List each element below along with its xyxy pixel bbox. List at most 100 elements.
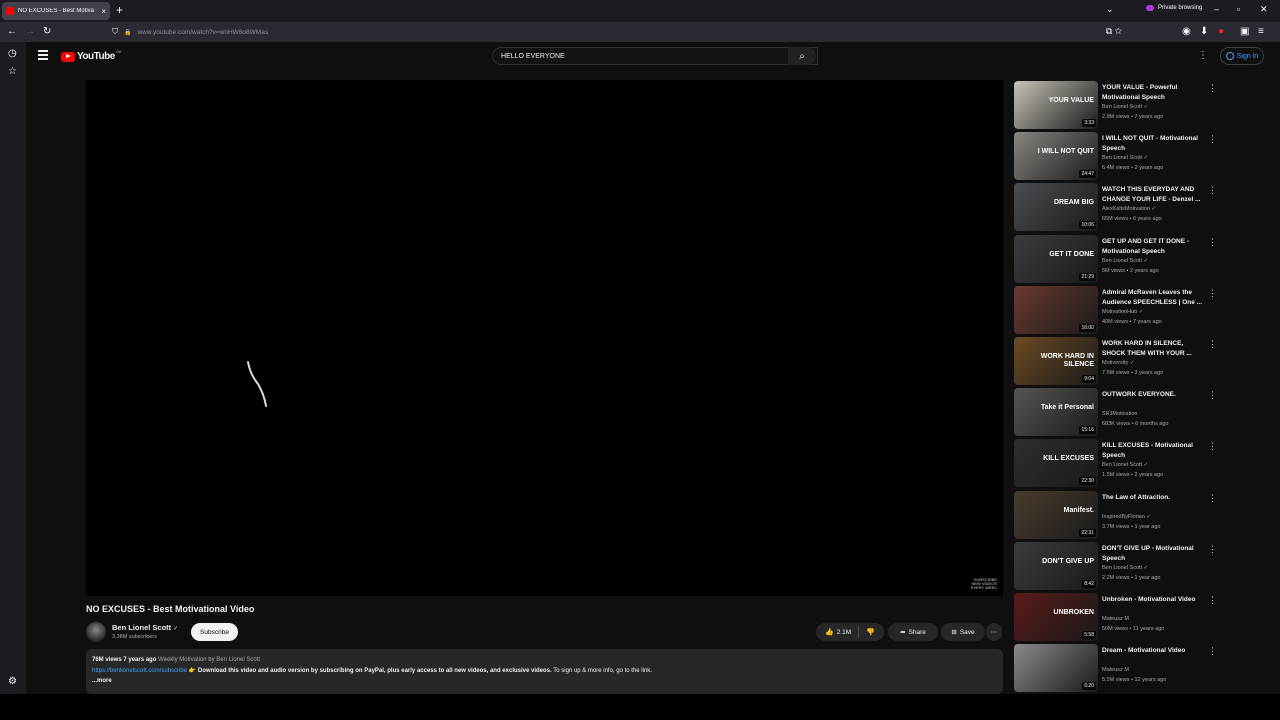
like-count[interactable]: 2.1M: [837, 629, 851, 636]
back-icon[interactable]: ←: [7, 26, 17, 37]
recommendation-channel[interactable]: AlexKaltsMotivation ✓: [1102, 206, 1156, 212]
shield-icon[interactable]: ⛉: [112, 27, 118, 37]
recommendation-thumbnail[interactable]: DON'T GIVE UP 8:42: [1014, 541, 1098, 590]
recommendation-kebab-icon[interactable]: ⋮: [1208, 390, 1217, 401]
ublock-extension-icon[interactable]: ●: [1218, 26, 1224, 37]
tab-close-icon[interactable]: ×: [101, 7, 106, 16]
channel-text[interactable]: Mateusz M: [1102, 616, 1129, 622]
channel-text[interactable]: SRJMotivation: [1102, 411, 1137, 417]
history-icon[interactable]: ◷: [8, 48, 17, 59]
description-box[interactable]: 76M views 7 years ago Weekly Motivation …: [86, 649, 1003, 694]
browser-menu-icon[interactable]: ≡: [1258, 26, 1264, 37]
recommendation-channel[interactable]: Mateusz M: [1102, 667, 1129, 673]
reload-icon[interactable]: ↻: [43, 26, 51, 37]
url-bar-tools-icon[interactable]: ⧉ ☆: [1106, 26, 1122, 37]
recommendation-thumbnail[interactable]: DREAM BIG 10:06: [1014, 183, 1098, 232]
recommendation-kebab-icon[interactable]: ⋮: [1208, 646, 1217, 657]
channel-text[interactable]: InspiredByFlorian: [1102, 514, 1145, 520]
recommendation-title[interactable]: OUTWORK EVERYONE.: [1102, 390, 1206, 400]
recommendation-thumbnail[interactable]: KILL EXCUSES 22:30: [1014, 439, 1098, 488]
channel-text[interactable]: Ben Lionel Scott: [1102, 462, 1142, 468]
recommendation-item[interactable]: WORK HARD IN SILENCE 9:04 WORK HARD IN SIL…: [1014, 337, 1220, 386]
account-icon[interactable]: ◉: [1182, 26, 1191, 37]
search-button[interactable]: ⌕: [788, 47, 816, 65]
recommendation-channel[interactable]: Ben Lionel Scott ✓: [1102, 565, 1148, 571]
recommendation-title[interactable]: The Law of Attraction.: [1102, 493, 1206, 503]
channel-name-text[interactable]: Ben Lionel Scott: [112, 623, 171, 632]
channel-text[interactable]: Ben Lionel Scott: [1102, 565, 1142, 571]
channel-text[interactable]: MotivationHub: [1102, 309, 1137, 315]
recommendation-thumbnail[interactable]: UNBROKEN 5:58: [1014, 593, 1098, 641]
channel-text[interactable]: Ben Lionel Scott: [1102, 104, 1142, 110]
channel-text[interactable]: Mateusz M: [1102, 667, 1129, 673]
extension-icon[interactable]: ▣: [1240, 26, 1249, 37]
recommendation-thumbnail[interactable]: 6:20: [1014, 644, 1098, 693]
recommendation-title[interactable]: YOUR VALUE - Powerful Motivational Speec…: [1102, 83, 1206, 103]
recommendation-channel[interactable]: Motiversity ✓: [1102, 360, 1134, 366]
recommendation-title[interactable]: GET UP AND GET IT DONE - Motivational Sp…: [1102, 237, 1206, 257]
bookmarks-icon[interactable]: ☆: [8, 66, 17, 77]
recommendation-thumbnail[interactable]: Take it Personal 15:16: [1014, 388, 1098, 437]
recommendation-channel[interactable]: MotivationHub ✓: [1102, 309, 1143, 315]
recommendation-item[interactable]: DON'T GIVE UP 8:42 DON'T GIVE UP - Motivat…: [1014, 541, 1220, 591]
recommendation-thumbnail[interactable]: GET IT DONE 21:29: [1014, 234, 1098, 283]
subscribe-button[interactable]: Subscribe: [191, 623, 238, 641]
recommendation-item[interactable]: GET IT DONE 21:29 GET UP AND GET IT DONE -…: [1014, 234, 1220, 284]
recommendation-item[interactable]: UNBROKEN 5:58 Unbroken - Motivational Vide…: [1014, 593, 1220, 642]
recommendation-item[interactable]: 6:20 Dream - Motivational Video Mateusz M 5…: [1014, 644, 1220, 693]
recommendation-title[interactable]: WATCH THIS EVERYDAY AND CHANGE YOUR LIFE…: [1102, 185, 1206, 205]
recommendation-title[interactable]: KILL EXCUSES - Motivational Speech: [1102, 441, 1206, 461]
recommendation-kebab-icon[interactable]: ⋮: [1208, 544, 1217, 555]
recommendation-thumbnail[interactable]: I WILL NOT QUIT 24:47: [1014, 132, 1098, 181]
recommendation-thumbnail[interactable]: Manifest. 22:31: [1014, 490, 1098, 539]
recommendation-kebab-icon[interactable]: ⋮: [1208, 493, 1217, 504]
recommendation-title[interactable]: I WILL NOT QUIT - Motivational Speech: [1102, 134, 1206, 154]
description-link[interactable]: https://benlionelscott.com/subscribe: [92, 668, 187, 674]
settings-icon[interactable]: ⚙: [8, 676, 17, 687]
like-icon[interactable]: 👍: [825, 628, 834, 636]
browser-tab[interactable]: NO EXCUSES - Best Motiva ×: [2, 2, 110, 20]
list-all-tabs-icon[interactable]: ⌄: [1106, 4, 1114, 15]
recommendation-title[interactable]: WORK HARD IN SILENCE, SHOCK THEM WITH YO…: [1102, 339, 1206, 359]
dislike-icon[interactable]: 👎: [866, 628, 875, 636]
recommendation-channel[interactable]: Ben Lionel Scott ✓: [1102, 155, 1148, 161]
recommendation-title[interactable]: Admiral McRaven Leaves the Audience SPEE…: [1102, 288, 1206, 308]
recommendation-kebab-icon[interactable]: ⋮: [1208, 185, 1217, 196]
more-actions-button[interactable]: ⋯: [986, 623, 1002, 641]
maximize-button[interactable]: ▫: [1237, 4, 1240, 14]
minimize-button[interactable]: –: [1214, 4, 1219, 14]
share-button[interactable]: ➦ Share: [888, 623, 938, 641]
lock-icon[interactable]: 🔒: [124, 29, 131, 36]
recommendation-title[interactable]: Unbroken - Motivational Video: [1102, 595, 1206, 605]
recommendation-item[interactable]: Take it Personal 15:16 OUTWORK EVERYONE. SR…: [1014, 388, 1220, 437]
search-box[interactable]: HELLO EVERYONE ✕: [492, 47, 818, 65]
recommendation-title[interactable]: Dream - Motivational Video: [1102, 646, 1206, 656]
channel-text[interactable]: AlexKaltsMotivation: [1102, 206, 1150, 212]
settings-kebab-icon[interactable]: ⋮: [1198, 50, 1208, 61]
channel-name[interactable]: Ben Lionel Scott ✓: [112, 623, 178, 632]
recommendation-kebab-icon[interactable]: ⋮: [1208, 237, 1217, 248]
recommendation-kebab-icon[interactable]: ⋮: [1208, 134, 1217, 145]
recommendation-channel[interactable]: SRJMotivation: [1102, 411, 1137, 417]
recommendation-item[interactable]: 16:00 Admiral McRaven Leaves the Audience…: [1014, 285, 1220, 335]
recommendation-kebab-icon[interactable]: ⋮: [1208, 441, 1217, 452]
recommendation-item[interactable]: DREAM BIG 10:06 WATCH THIS EVERYDAY AND CH…: [1014, 183, 1220, 232]
hamburger-menu-icon[interactable]: [38, 50, 48, 60]
recommendation-thumbnail[interactable]: 16:00: [1014, 285, 1098, 334]
recommendation-thumbnail[interactable]: YOUR VALUE 3:33: [1014, 81, 1098, 129]
youtube-logo[interactable]: YouTube GK: [61, 49, 122, 62]
channel-avatar[interactable]: [86, 622, 106, 642]
show-more-button[interactable]: ...more: [92, 678, 112, 684]
recommendation-channel[interactable]: Ben Lionel Scott ✓: [1102, 258, 1148, 264]
description-tag[interactable]: Weekly Motivation by Ben Lionel Scott: [158, 657, 260, 663]
channel-text[interactable]: Ben Lionel Scott: [1102, 155, 1142, 161]
save-button[interactable]: ⊞ Save: [941, 623, 985, 641]
recommendation-item[interactable]: Manifest. 22:31 The Law of Attraction. Insp…: [1014, 490, 1220, 540]
recommendation-kebab-icon[interactable]: ⋮: [1208, 288, 1217, 299]
recommendation-channel[interactable]: Mateusz M: [1102, 616, 1129, 622]
forward-icon[interactable]: →: [25, 26, 35, 37]
recommendation-channel[interactable]: Ben Lionel Scott ✓: [1102, 462, 1148, 468]
recommendation-channel[interactable]: Ben Lionel Scott ✓: [1102, 104, 1148, 110]
recommendation-kebab-icon[interactable]: ⋮: [1208, 339, 1217, 350]
channel-text[interactable]: Motiversity: [1102, 360, 1128, 366]
